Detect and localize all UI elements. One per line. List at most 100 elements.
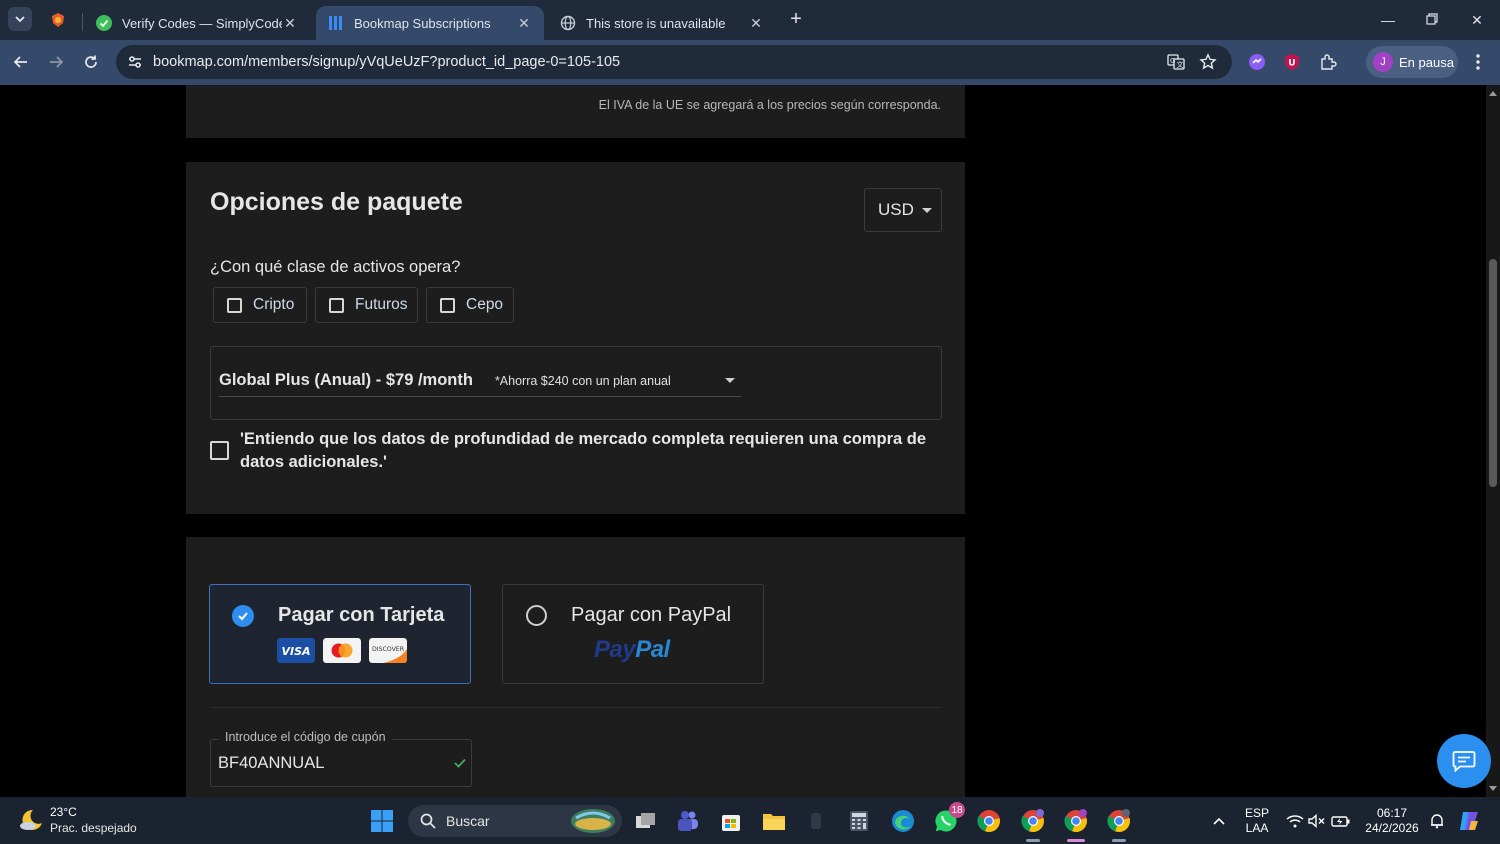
asset-checkbox-crypto[interactable]: Cripto: [213, 287, 307, 323]
extensions-menu-button[interactable]: [1318, 52, 1338, 72]
show-hidden-icons-button[interactable]: [1206, 808, 1232, 834]
chevron-up-icon: [1213, 817, 1225, 825]
checkmark-icon: [454, 758, 466, 768]
new-tab-button[interactable]: +: [786, 9, 806, 29]
app-icon: [811, 813, 821, 829]
windows-icon: [371, 810, 393, 832]
wifi-icon: [1286, 815, 1304, 828]
plan-select[interactable]: Global Plus (Anual) - $79 /month *Ahorra…: [219, 365, 741, 397]
asset-checkbox-futures[interactable]: Futuros: [315, 287, 418, 323]
taskbar-search[interactable]: Buscar: [408, 805, 622, 837]
reload-icon: [85, 55, 97, 68]
notifications-button[interactable]: [1424, 808, 1450, 834]
tab-close-icon[interactable]: ✕: [516, 15, 532, 32]
chevron-down-icon: [15, 16, 25, 23]
copilot-button[interactable]: [1456, 808, 1482, 834]
keyboard-layout: LAA: [1245, 821, 1269, 835]
currency-select[interactable]: USD: [864, 188, 942, 232]
weather-temperature[interactable]: 23°C: [50, 805, 77, 819]
calculator-icon: [850, 811, 868, 831]
scroll-up-icon[interactable]: [1488, 89, 1498, 97]
whatsapp-app[interactable]: 18: [933, 802, 965, 834]
card-option-label: Pagar con Tarjeta: [278, 604, 445, 626]
tab-title: This store is unavailable: [586, 15, 726, 31]
volume-status[interactable]: [1304, 808, 1330, 834]
asset-label: Cripto: [253, 296, 295, 313]
tab-title: Bookmap Subscriptions: [354, 15, 491, 31]
coupon-input-value[interactable]: BF40ANNUAL: [218, 754, 324, 773]
windows-taskbar: 23°C Prac. despejado Buscar 18 ESP LAA 0…: [0, 797, 1500, 844]
active-indicator: [1067, 839, 1085, 842]
url-text[interactable]: bookmap.com/members/signup/yVqUeUzF?prod…: [153, 54, 620, 70]
teams-app[interactable]: [675, 808, 701, 834]
tab-bookmap[interactable]: Bookmap Subscriptions ✕: [316, 6, 544, 40]
tab-close-icon[interactable]: ✕: [748, 15, 764, 32]
weather-condition[interactable]: Prac. despejado: [50, 821, 137, 835]
tab-close-icon[interactable]: ✕: [282, 15, 298, 32]
copilot-icon: [1460, 812, 1478, 830]
plan-selector-box: Global Plus (Anual) - $79 /month *Ahorra…: [210, 346, 942, 420]
running-indicator: [1112, 839, 1126, 842]
coupon-field[interactable]: Introduce el código de cupón BF40ANNUAL: [210, 730, 472, 787]
tab-simplycodes[interactable]: Verify Codes — SimplyCodes ✕: [84, 6, 310, 40]
site-settings-icon[interactable]: [126, 53, 144, 71]
purple-extension-icon: [1249, 54, 1265, 70]
checkbox-icon: [329, 297, 344, 313]
tab-store-unavailable[interactable]: This store is unavailable ✕: [548, 6, 776, 40]
battery-status[interactable]: [1328, 808, 1354, 834]
chrome-profile-app[interactable]: [1020, 808, 1046, 842]
restore-button[interactable]: [1418, 8, 1446, 32]
store-icon: [722, 815, 740, 831]
svg-text:VISA: VISA: [281, 645, 310, 658]
start-button[interactable]: [369, 808, 395, 834]
search-placeholder: Buscar: [446, 813, 490, 829]
page-scrollbar[interactable]: [1486, 85, 1500, 797]
scroll-down-icon[interactable]: [1488, 785, 1498, 793]
chrome-active-app[interactable]: [1063, 808, 1089, 842]
ublock-button[interactable]: U: [1282, 52, 1302, 72]
close-window-button[interactable]: ✕: [1463, 8, 1491, 32]
calculator-app[interactable]: [846, 808, 872, 834]
extension-button[interactable]: [1247, 52, 1267, 72]
edge-app[interactable]: [890, 808, 916, 834]
translate-button[interactable]: G文: [1166, 52, 1186, 72]
reload-button[interactable]: [79, 50, 103, 74]
translate-icon: G文: [1167, 54, 1185, 70]
pinned-app[interactable]: [803, 808, 829, 834]
bookmark-button[interactable]: [1198, 52, 1218, 72]
weather-moon-icon[interactable]: [18, 807, 44, 833]
pay-with-paypal-option[interactable]: Pagar con PayPal PayPal: [502, 584, 764, 684]
running-indicator: [1026, 839, 1040, 842]
caret-down-icon: [921, 207, 932, 213]
chrome-guest-app[interactable]: [1106, 808, 1132, 842]
browser-menu-button[interactable]: [1468, 52, 1488, 72]
tab-search-button[interactable]: [8, 7, 32, 31]
chat-support-button[interactable]: [1437, 734, 1491, 788]
scrollbar-thumb[interactable]: [1489, 259, 1497, 487]
profile-button[interactable]: J En pausa: [1366, 46, 1458, 78]
radio-icon: [526, 605, 547, 626]
volume-muted-icon: [1308, 814, 1325, 828]
chrome-profile-icon: [1021, 809, 1044, 833]
back-button[interactable]: [9, 50, 33, 74]
agreement-checkbox[interactable]: [210, 441, 229, 460]
minimize-button[interactable]: —: [1374, 8, 1402, 32]
plan-saving: *Ahorra $240 con un plan anual: [494, 373, 671, 388]
store-app[interactable]: [718, 808, 744, 834]
task-view-button[interactable]: [633, 808, 659, 834]
asset-checkbox-equity[interactable]: Cepo: [426, 287, 514, 323]
forward-button[interactable]: [44, 50, 68, 74]
chrome-app[interactable]: [976, 808, 1002, 834]
arrow-right-icon: [50, 56, 64, 68]
restore-icon: [1426, 13, 1438, 25]
pinned-tab[interactable]: [46, 8, 70, 32]
file-explorer-app[interactable]: [761, 808, 787, 834]
address-bar[interactable]: bookmap.com/members/signup/yVqUeUzF?prod…: [116, 45, 1232, 79]
clock[interactable]: 06:17 24/2/2026: [1360, 806, 1424, 836]
language-indicator[interactable]: ESP LAA: [1240, 806, 1274, 836]
card-brands: VISA DISCOVER: [277, 638, 407, 663]
pay-with-card-option[interactable]: Pagar con Tarjeta VISA DISCOVER: [209, 584, 471, 684]
notification-bell-icon: [1431, 814, 1443, 829]
battery-charging-icon: [1331, 816, 1350, 827]
shield-extension-icon: [52, 13, 64, 27]
